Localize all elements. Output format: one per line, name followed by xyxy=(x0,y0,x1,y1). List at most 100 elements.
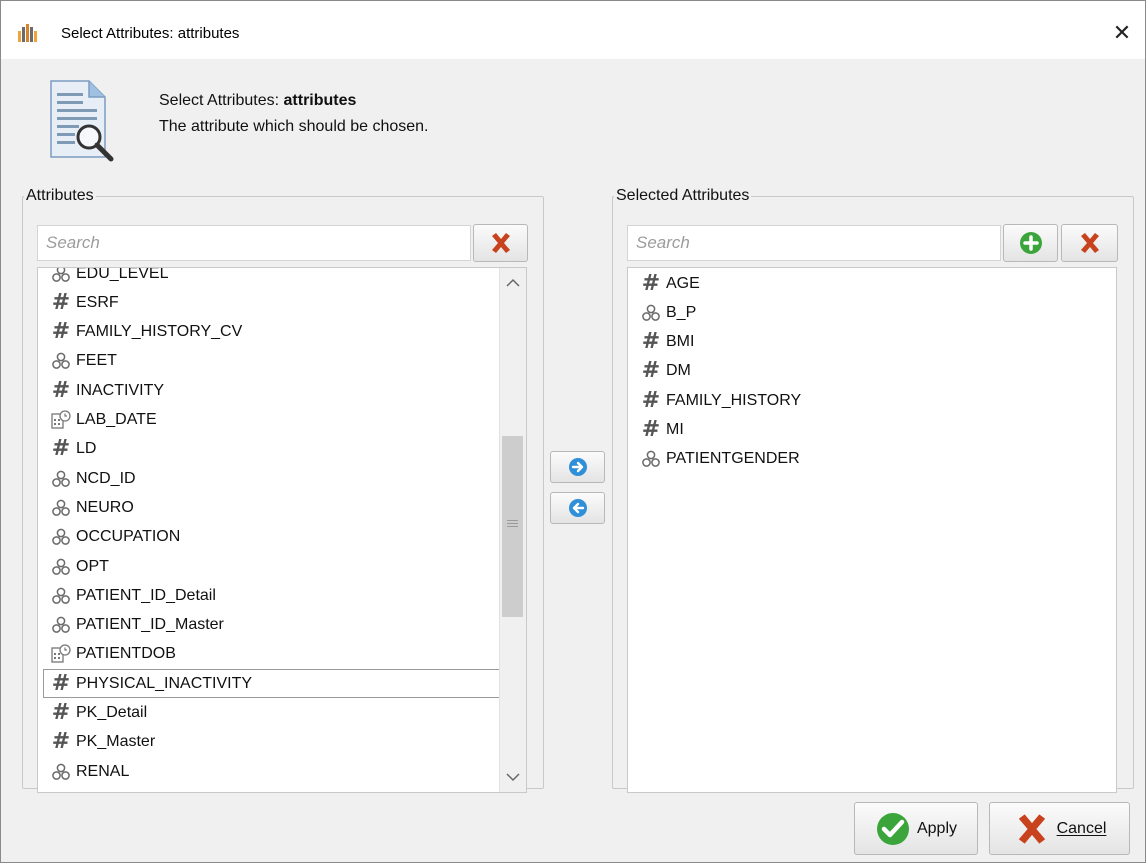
list-item[interactable]: # DM xyxy=(640,357,691,386)
selected-attributes-list[interactable]: # AGE B_P # BMI # DM # FAMILY_HISTORY # MI PATIENTG… xyxy=(627,267,1117,793)
list-item[interactable]: # PK_Master xyxy=(50,728,155,757)
numeric-type-icon: # xyxy=(51,319,71,345)
type-icon xyxy=(50,350,72,372)
type-icon xyxy=(50,614,72,636)
list-item[interactable]: # ESRF xyxy=(50,288,119,317)
scrollbar-thumb[interactable] xyxy=(502,436,523,617)
type-icon xyxy=(50,761,72,783)
close-button[interactable]: ✕ xyxy=(1099,15,1145,51)
cancel-button[interactable]: Cancel xyxy=(989,802,1130,855)
list-item[interactable]: # PK_Detail xyxy=(50,699,147,728)
item-label: PATIENTGENDER xyxy=(666,450,800,468)
plus-icon xyxy=(1019,232,1042,254)
nominal-type-icon xyxy=(52,353,70,370)
document-search-icon xyxy=(50,80,114,162)
item-label: OPT xyxy=(76,557,109,575)
type-icon: # xyxy=(640,360,662,382)
header-description: The attribute which should be chosen. xyxy=(159,118,429,135)
window-title: Select Attributes: attributes xyxy=(61,25,240,42)
title-bar: Select Attributes: attributes ✕ xyxy=(1,1,1145,59)
move-left-button[interactable] xyxy=(550,492,605,524)
type-icon xyxy=(640,302,662,324)
item-label: LD xyxy=(76,440,97,458)
numeric-type-icon: # xyxy=(641,270,661,296)
type-icon xyxy=(50,585,72,607)
dialog-window: Select Attributes: attributes ✕ Select A… xyxy=(0,0,1146,863)
numeric-type-icon: # xyxy=(51,670,71,696)
arrow-right-icon xyxy=(568,458,587,476)
close-icon: ✕ xyxy=(1112,20,1132,45)
list-item[interactable]: # AGE xyxy=(640,269,700,298)
item-label: ESRF xyxy=(76,293,119,311)
list-item[interactable]: EDU_LEVEL xyxy=(50,268,169,288)
nominal-type-icon xyxy=(52,268,70,282)
list-item[interactable]: # FAMILY_HISTORY xyxy=(640,386,801,415)
scroll-up-icon[interactable] xyxy=(506,278,520,288)
item-label: FEET xyxy=(76,352,117,370)
attributes-search-field[interactable] xyxy=(37,225,471,261)
list-item[interactable]: # BMI xyxy=(640,328,695,357)
list-item[interactable]: B_P xyxy=(640,298,696,327)
item-label: PATIENT_ID_Master xyxy=(76,616,224,634)
list-item[interactable]: # INACTIVITY xyxy=(50,376,164,405)
numeric-type-icon: # xyxy=(641,358,661,384)
item-label: PK_Master xyxy=(76,733,156,751)
attributes-legend: Attributes xyxy=(26,187,94,204)
numeric-type-icon: # xyxy=(51,289,71,315)
header-title: Select Attributes: attributes xyxy=(159,92,357,109)
list-item[interactable]: FEET xyxy=(50,347,117,376)
item-label: PK_Detail xyxy=(76,704,148,721)
list-item[interactable]: OPT xyxy=(50,552,109,581)
date-type-icon xyxy=(51,644,71,664)
numeric-type-icon: # xyxy=(51,436,71,462)
list-item[interactable]: PATIENT_ID_Detail xyxy=(50,581,216,610)
list-item[interactable]: # MI xyxy=(640,416,684,445)
clear-selected-search-button[interactable] xyxy=(1061,224,1118,262)
type-icon: # xyxy=(50,731,72,753)
vertical-scrollbar[interactable] xyxy=(499,268,526,792)
type-icon xyxy=(640,448,662,470)
type-icon: # xyxy=(50,702,72,724)
numeric-type-icon: # xyxy=(641,417,661,442)
type-icon xyxy=(50,643,72,665)
attributes-list[interactable]: EDU_LEVEL # ESRF # FAMILY_HISTORY_CV FEET # INA… xyxy=(37,267,527,793)
list-item[interactable]: OCCUPATION xyxy=(50,523,180,552)
list-item[interactable]: PATIENT_ID_Master xyxy=(50,611,224,640)
nominal-type-icon xyxy=(52,558,70,575)
selected-search-input[interactable] xyxy=(628,226,1000,260)
list-item[interactable]: NCD_ID xyxy=(50,464,136,493)
list-item[interactable]: PATIENTDOB xyxy=(50,640,176,669)
item-label: AGE xyxy=(666,274,700,292)
item-label: FAMILY_HISTORY_CV xyxy=(76,323,243,341)
add-attribute-button[interactable] xyxy=(1003,224,1058,262)
type-icon: # xyxy=(50,289,72,315)
item-label: MI xyxy=(666,421,684,438)
attributes-search-input[interactable] xyxy=(38,226,470,260)
cancel-x-icon xyxy=(1018,813,1045,844)
scroll-down-icon[interactable] xyxy=(506,772,520,782)
move-right-button[interactable] xyxy=(550,451,605,483)
type-icon: # xyxy=(50,670,72,696)
selected-search-field[interactable] xyxy=(627,225,1001,261)
nominal-type-icon xyxy=(52,499,70,516)
list-item[interactable]: # FAMILY_HISTORY_CV xyxy=(50,318,243,347)
nominal-type-icon xyxy=(52,616,70,633)
list-item[interactable]: PATIENTGENDER xyxy=(640,445,800,474)
header-title-bold: attributes xyxy=(283,92,357,109)
list-item[interactable]: # PHYSICAL_INACTIVITY xyxy=(43,669,501,699)
list-item[interactable]: NEURO xyxy=(50,493,134,522)
numeric-type-icon: # xyxy=(641,329,661,355)
item-label: RENAL xyxy=(76,762,130,780)
list-item[interactable]: # LD xyxy=(50,435,97,464)
list-item[interactable]: RENAL xyxy=(50,757,129,786)
nominal-type-icon xyxy=(52,587,70,604)
apply-button[interactable]: Apply xyxy=(854,802,978,855)
type-icon xyxy=(50,556,72,578)
item-label: FAMILY_HISTORY xyxy=(666,391,802,409)
type-icon: # xyxy=(50,321,72,343)
item-label: PATIENT_ID_Detail xyxy=(76,586,216,604)
item-label: NEURO xyxy=(76,498,134,516)
item-label: B_P xyxy=(666,303,697,321)
clear-search-button[interactable] xyxy=(473,224,528,262)
list-item[interactable]: LAB_DATE xyxy=(50,406,157,435)
